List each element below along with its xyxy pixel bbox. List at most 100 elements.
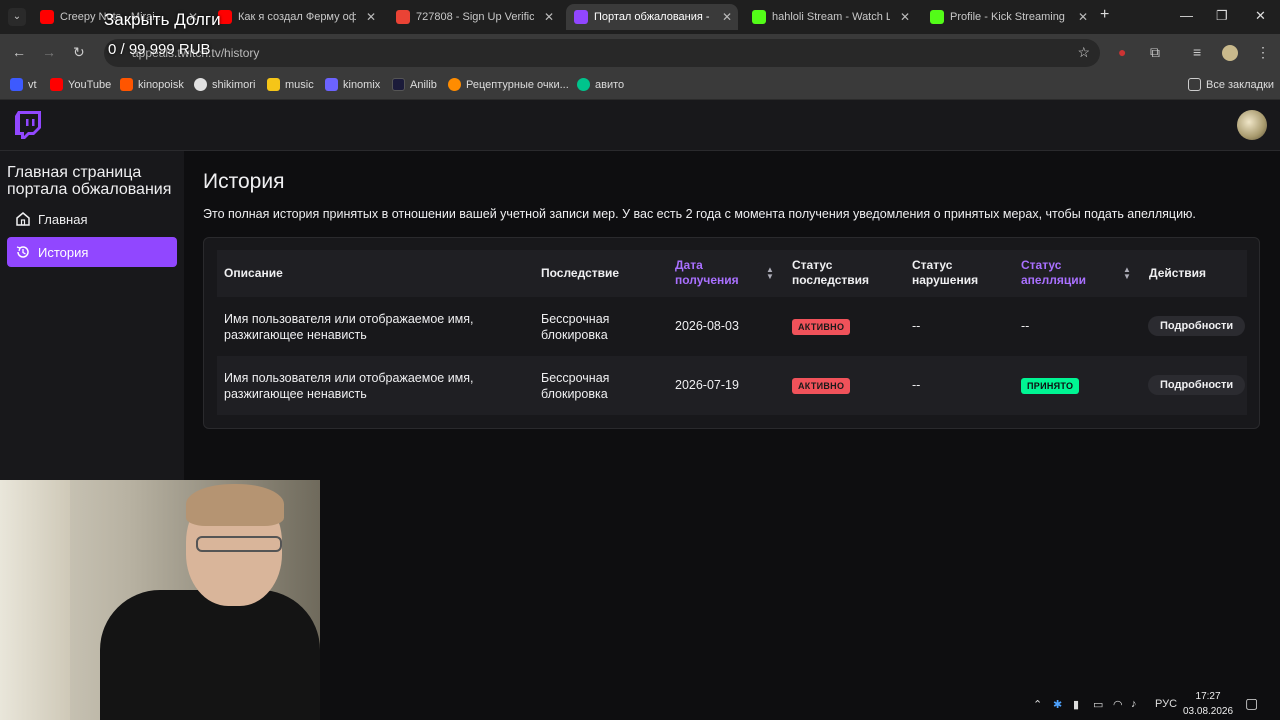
- page-description: Это полная история принятых в отношении …: [203, 207, 1196, 221]
- kinopoisk-icon: [120, 78, 133, 91]
- sidebar-item-history[interactable]: История: [7, 237, 177, 267]
- sidebar-item-home[interactable]: Главная: [7, 204, 177, 234]
- column-violation-status: Статус нарушения: [912, 258, 979, 287]
- tab-2[interactable]: Как я создал Ферму офлайн ✕: [210, 4, 382, 30]
- language-indicator[interactable]: РУС: [1155, 698, 1177, 710]
- minimize-button[interactable]: —: [1180, 8, 1193, 23]
- tab-search-button[interactable]: ⌄: [8, 8, 26, 26]
- history-table: Описание Последствие Дата получения ▲ ▼ С…: [203, 237, 1260, 429]
- volume-icon[interactable]: ♪: [1131, 698, 1137, 710]
- reload-button[interactable]: ↻: [73, 44, 85, 61]
- anilib-icon: [392, 78, 405, 91]
- sort-icon[interactable]: ▲ ▼: [766, 266, 774, 281]
- glasses-shop-icon: [448, 78, 461, 91]
- tab-5[interactable]: hahloli Stream - Watch Live ✕: [744, 4, 916, 30]
- youtube-icon: [40, 10, 54, 24]
- bookmark-glasses[interactable]: Рецептурные очки...: [448, 78, 569, 91]
- media-control-icon[interactable]: ≡: [1193, 44, 1201, 60]
- bookmark-kinomix[interactable]: kinomix: [325, 78, 380, 91]
- bookmark-youtube[interactable]: YouTube: [50, 78, 111, 91]
- gmail-icon: [396, 10, 410, 24]
- clock-date: 03.08.2026: [1183, 706, 1234, 717]
- row-description: Имя пользователя или отображаемое имя, р…: [224, 312, 474, 342]
- webcam-person-hair: [186, 484, 284, 526]
- kinomix-icon: [325, 78, 338, 91]
- extensions-puzzle-icon[interactable]: ⧉: [1150, 44, 1160, 61]
- tray-expand-icon[interactable]: ⌃: [1033, 698, 1042, 711]
- status-badge-active: АКТИВНО: [792, 319, 851, 335]
- bluetooth-icon[interactable]: ✱: [1053, 698, 1062, 711]
- all-bookmarks-label: Все закладки: [1206, 78, 1275, 91]
- profile-avatar[interactable]: [1222, 45, 1238, 61]
- back-button[interactable]: ←: [12, 44, 26, 60]
- webcam-person-body: [100, 590, 320, 720]
- row-date: 2026-07-19: [675, 378, 739, 392]
- maximize-button[interactable]: ❐: [1216, 8, 1228, 24]
- extension-icon[interactable]: ●: [1118, 44, 1126, 60]
- table-row: Имя пользователя или отображаемое имя, р…: [217, 356, 1247, 415]
- close-icon[interactable]: ✕: [900, 10, 910, 24]
- details-button[interactable]: Подробности: [1148, 316, 1246, 336]
- overlay-title: Закрыть Долги: [104, 10, 221, 29]
- tab-title: 727808 - Sign Up Verification: [416, 11, 534, 23]
- battery-icon[interactable]: ▭: [1093, 698, 1103, 711]
- bookmark-anilib[interactable]: Anilib: [392, 78, 437, 91]
- bookmark-vt[interactable]: vt: [10, 78, 37, 91]
- row-consequence: Бессрочная блокировка: [541, 371, 610, 401]
- row-description: Имя пользователя или отображаемое имя, р…: [224, 371, 474, 401]
- column-date-sortable[interactable]: Дата получения: [675, 258, 745, 288]
- tab-title: Profile - Kick Streaming: [950, 11, 1065, 23]
- address-bar[interactable]: appeals.twitch.tv/history ☆: [104, 39, 1100, 67]
- sort-icon[interactable]: ▲ ▼: [1123, 266, 1131, 281]
- sidebar-item-label: История: [38, 244, 89, 260]
- kick-icon: [752, 10, 766, 24]
- row-appeal-status: --: [1021, 319, 1030, 333]
- row-violation-status: --: [912, 378, 921, 392]
- tab-title: Портал обжалования - Twitch: [594, 11, 712, 23]
- all-bookmarks[interactable]: Все закладки: [1188, 78, 1274, 91]
- bookmarks-bar: vt YouTube kinopoisk shikimori music kin…: [0, 72, 1280, 100]
- bookmark-label: YouTube: [68, 78, 112, 91]
- bookmark-label: Anilib: [410, 78, 437, 91]
- tab-6[interactable]: Profile - Kick Streaming ✕: [922, 4, 1094, 30]
- tab-3[interactable]: 727808 - Sign Up Verification ✕: [388, 4, 560, 30]
- user-avatar[interactable]: [1237, 110, 1267, 140]
- bookmark-kinopoisk[interactable]: kinopoisk: [120, 78, 184, 91]
- twitch-logo-icon[interactable]: [15, 111, 41, 139]
- forward-button[interactable]: →: [42, 44, 56, 60]
- bookmark-label: kinomix: [343, 78, 381, 91]
- avito-icon: [577, 78, 590, 91]
- status-badge-accepted: ПРИНЯТО: [1021, 378, 1080, 394]
- bookmark-label: vt: [28, 78, 37, 91]
- bookmark-music[interactable]: music: [267, 78, 314, 91]
- tab-title: Как я создал Ферму офлайн: [238, 11, 356, 23]
- sidebar-title: Главная страница портала обжалования: [7, 164, 172, 198]
- system-clock[interactable]: 17:27 03.08.2026: [1183, 689, 1233, 719]
- star-icon[interactable]: ☆: [1077, 44, 1090, 61]
- window-close-button[interactable]: ✕: [1255, 8, 1266, 24]
- wifi-icon[interactable]: ◠: [1113, 698, 1123, 711]
- bookmark-label: music: [285, 78, 314, 91]
- home-icon: [16, 212, 30, 226]
- close-icon[interactable]: ✕: [366, 10, 376, 24]
- close-icon[interactable]: ✕: [544, 10, 554, 24]
- webcam-overlay: [0, 480, 320, 720]
- kick-icon: [930, 10, 944, 24]
- details-button[interactable]: Подробности: [1148, 375, 1246, 395]
- shikimori-icon: [194, 78, 207, 91]
- row-date: 2026-08-03: [675, 319, 739, 333]
- tab-4-active[interactable]: Портал обжалования - Twitch ✕: [566, 4, 738, 30]
- new-tab-button[interactable]: +: [1100, 6, 1109, 24]
- menu-dots-icon[interactable]: ⋮: [1256, 44, 1270, 61]
- bookmark-avito[interactable]: авито: [577, 78, 624, 91]
- column-consequence-status: Статус последствия: [792, 258, 869, 287]
- bookmark-icon: [10, 78, 23, 91]
- close-icon[interactable]: ✕: [722, 10, 732, 24]
- history-icon: [16, 246, 29, 258]
- notifications-icon[interactable]: ▢: [1245, 695, 1258, 712]
- bookmark-shikimori[interactable]: shikimori: [194, 78, 255, 91]
- column-appeal-status-sortable[interactable]: Статус апелляции: [1021, 258, 1101, 288]
- close-icon[interactable]: ✕: [1078, 10, 1088, 24]
- youtube-icon: [50, 78, 63, 91]
- microphone-icon[interactable]: ▮: [1073, 698, 1079, 711]
